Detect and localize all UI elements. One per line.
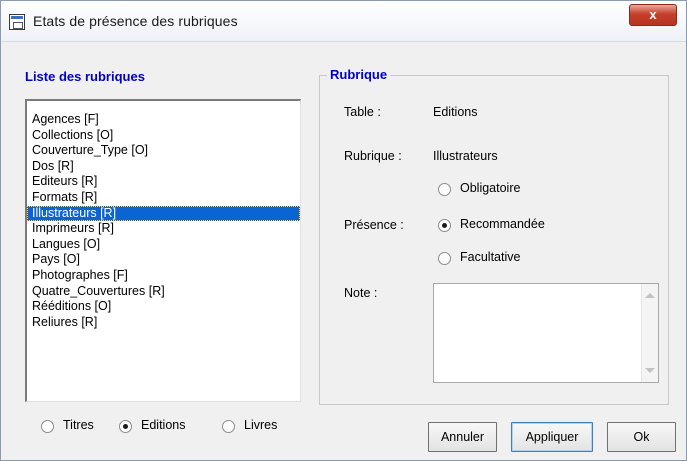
note-label: Note : [344, 286, 378, 300]
radio-editions[interactable] [119, 420, 132, 433]
radio-obligatoire[interactable] [438, 183, 451, 196]
list-item[interactable]: Quatre_Couvertures [R] [27, 284, 300, 300]
app-window-icon [9, 14, 25, 30]
scroll-up-icon[interactable] [645, 293, 655, 298]
note-scrollbar[interactable] [641, 284, 658, 382]
list-item[interactable]: Couverture_Type [O] [27, 143, 300, 159]
radio-label-obligatoire[interactable]: Obligatoire [460, 181, 520, 195]
close-icon: x [649, 7, 657, 22]
note-textarea[interactable] [433, 283, 659, 383]
list-item[interactable]: Illustrateurs [R] [27, 205, 300, 222]
apply-button[interactable]: Appliquer [511, 422, 593, 452]
list-heading: Liste des rubriques [25, 69, 145, 84]
title-bar[interactable]: Etats de présence des rubriques x [1, 1, 686, 42]
list-item[interactable]: Formats [R] [27, 190, 300, 206]
rubrique-label: Rubrique : [344, 149, 402, 163]
list-item[interactable]: Dos [R] [27, 159, 300, 175]
list-item[interactable]: Agences [F] [27, 112, 300, 128]
rubrique-group-legend: Rubrique [327, 67, 391, 82]
window-title: Etats de présence des rubriques [33, 13, 238, 29]
rubrique-value: Illustrateurs [433, 149, 498, 163]
cancel-button[interactable]: Annuler [428, 422, 497, 452]
table-value: Editions [433, 105, 478, 119]
rubrique-listbox[interactable]: Agences [F] Collections [O] Couverture_Typ… [25, 99, 301, 402]
scroll-down-icon[interactable] [645, 368, 655, 373]
list-item[interactable]: Editeurs [R] [27, 174, 300, 190]
radio-livres[interactable] [222, 420, 235, 433]
radio-facultative[interactable] [438, 252, 451, 265]
list-item[interactable]: Rééditions [O] [27, 299, 300, 315]
radio-label-livres[interactable]: Livres [244, 418, 277, 432]
list-item[interactable]: Reliures [R] [27, 315, 300, 331]
presence-label: Présence : [344, 218, 404, 232]
dialog-window: Etats de présence des rubriques x Liste … [0, 0, 687, 461]
table-label: Table : [344, 105, 381, 119]
radio-label-titres[interactable]: Titres [63, 418, 94, 432]
list-item[interactable]: Imprimeurs [R] [27, 221, 300, 237]
ok-button[interactable]: Ok [607, 422, 676, 452]
radio-label-facultative[interactable]: Facultative [460, 250, 520, 264]
radio-label-editions[interactable]: Editions [141, 418, 185, 432]
radio-titres[interactable] [41, 420, 54, 433]
list-item[interactable]: Photographes [F] [27, 268, 300, 284]
list-item[interactable]: Pays [O] [27, 252, 300, 268]
close-button[interactable]: x [629, 4, 677, 26]
radio-recommandee[interactable] [438, 219, 451, 232]
list-item[interactable]: Collections [O] [27, 128, 300, 144]
radio-label-recommandee[interactable]: Recommandée [460, 217, 545, 231]
list-item[interactable]: Langues [O] [27, 237, 300, 253]
